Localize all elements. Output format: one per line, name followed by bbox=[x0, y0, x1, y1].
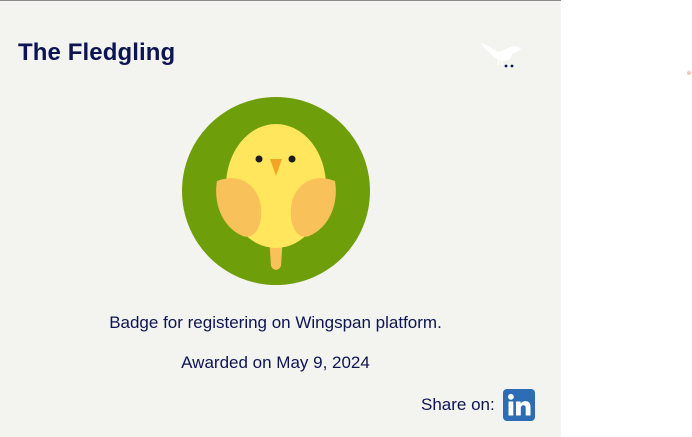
badge-title: The Fledgling bbox=[18, 39, 176, 66]
chick-badge-icon bbox=[181, 96, 371, 286]
linkedin-share-button[interactable] bbox=[503, 389, 535, 421]
share-label: Share on: bbox=[421, 395, 495, 414]
awarded-date: Awarded on May 9, 2024 bbox=[181, 353, 370, 372]
badge-graphic bbox=[182, 97, 370, 285]
decorative-dot bbox=[687, 71, 691, 75]
linkedin-icon bbox=[503, 389, 535, 421]
badge-detail-card: The Fledgling Badge for registering on W… bbox=[0, 0, 561, 437]
bird-close-icon[interactable] bbox=[478, 39, 526, 73]
badge-description: Badge for registering on Wingspan platfo… bbox=[109, 313, 442, 332]
bird-close-icon-graphic bbox=[481, 43, 521, 68]
